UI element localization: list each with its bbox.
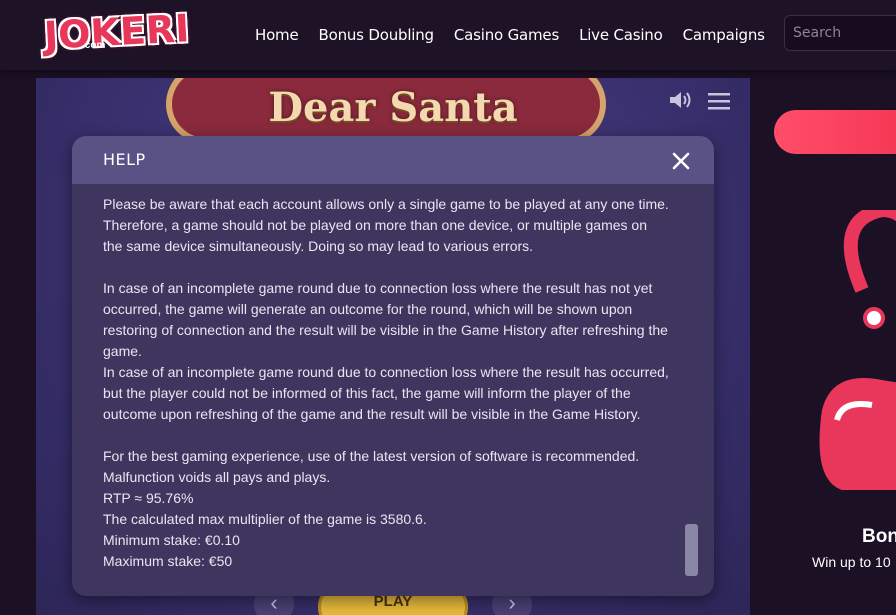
speaker-icon[interactable] [668, 90, 692, 110]
promo-title: Bon [862, 526, 896, 547]
help-paragraph: Please be aware that each account allows… [103, 196, 669, 254]
logo-domain: .com [82, 40, 106, 51]
promo-subtitle: Win up to 10 [812, 554, 891, 570]
help-rtp: RTP ≈ 95.76% [103, 490, 194, 506]
top-navigation: JOKERI .com Home Bonus Doubling Casino G… [0, 0, 896, 70]
game-title: Dear Santa [268, 84, 518, 131]
nav-campaigns[interactable]: Campaigns [683, 26, 765, 44]
help-min-stake: Minimum stake: €0.10 [103, 532, 240, 548]
joker-mascot-icon [819, 210, 896, 490]
nav-home[interactable]: Home [255, 26, 299, 44]
help-max-stake: Maximum stake: €50 [103, 553, 233, 569]
help-modal: HELP Please be aware that each account a… [72, 136, 714, 596]
scrollbar-thumb[interactable] [685, 524, 698, 576]
help-paragraph: In case of an incomplete game round due … [103, 364, 669, 422]
promo-panel: Bon Win up to 10 [750, 70, 896, 615]
nav-casino-games[interactable]: Casino Games [454, 26, 559, 44]
search-input[interactable] [784, 15, 896, 51]
promo-button[interactable] [774, 110, 896, 154]
main-nav: Home Bonus Doubling Casino Games Live Ca… [255, 0, 785, 70]
help-modal-title: HELP [103, 150, 146, 169]
help-modal-header: HELP [72, 136, 714, 184]
help-modal-body[interactable]: Please be aware that each account allows… [103, 194, 678, 586]
menu-icon[interactable] [708, 92, 730, 110]
logo[interactable]: JOKERI [43, 6, 190, 58]
help-max-multiplier: The calculated max multiplier of the gam… [103, 511, 427, 527]
nav-live-casino[interactable]: Live Casino [579, 26, 663, 44]
help-paragraph: In case of an incomplete game round due … [103, 280, 668, 359]
nav-bonus-doubling[interactable]: Bonus Doubling [319, 26, 435, 44]
help-paragraph: For the best gaming experience, use of t… [103, 448, 640, 485]
close-icon[interactable] [670, 150, 692, 172]
